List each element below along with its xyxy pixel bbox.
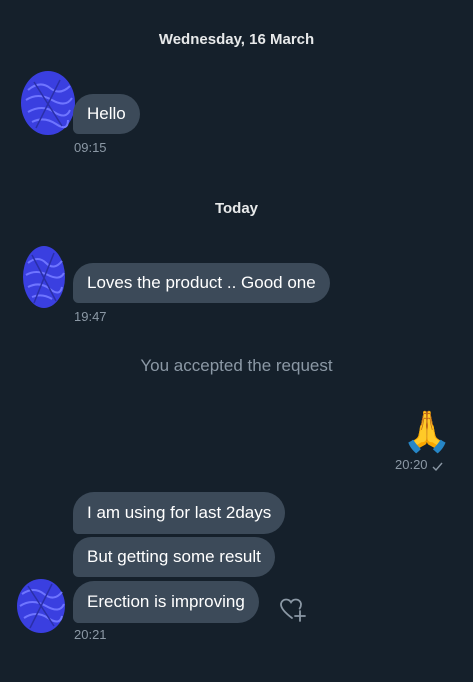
message-timestamp: 20:21 [74, 627, 107, 642]
message-timestamp: 20:20 [395, 457, 428, 472]
heart-plus-icon[interactable] [279, 596, 307, 624]
avatar[interactable] [22, 245, 66, 309]
scribble-avatar-image [23, 246, 65, 308]
message-meta: 20:20 [395, 457, 443, 472]
message-bubble[interactable]: Loves the product .. Good one [73, 263, 330, 303]
scribble-avatar-image [17, 579, 65, 633]
message-bubble[interactable]: Hello [73, 94, 140, 134]
message-timestamp: 09:15 [74, 140, 107, 155]
message-timestamp: 19:47 [74, 309, 107, 324]
date-separator: Today [214, 200, 259, 217]
system-notice: You accepted the request [140, 356, 333, 375]
avatar[interactable] [20, 70, 76, 136]
date-separator: Wednesday, 16 March [158, 31, 315, 48]
check-icon [432, 459, 443, 472]
emoji-message[interactable]: 🙏 [402, 410, 452, 454]
scribble-avatar-image [21, 71, 75, 135]
avatar[interactable] [16, 578, 66, 634]
message-bubble[interactable]: Erection is improving [73, 581, 259, 623]
message-bubble[interactable]: I am using for last 2days [73, 492, 286, 534]
message-bubble[interactable]: But getting some result [73, 537, 275, 577]
